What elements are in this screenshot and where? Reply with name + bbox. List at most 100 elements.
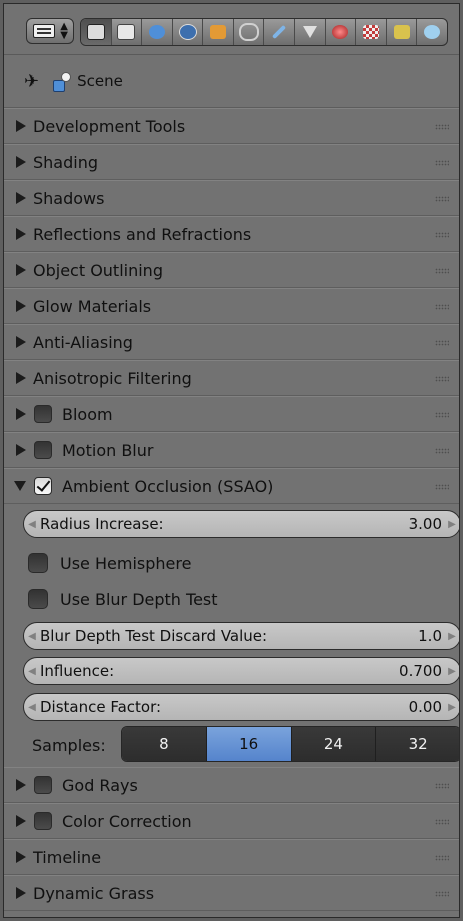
panel-timeline[interactable]: Timeline [4, 839, 459, 875]
panel-anisotropic-filtering[interactable]: Anisotropic Filtering [4, 360, 459, 396]
pin-icon[interactable]: ✈ [24, 71, 39, 92]
disclosure-triangle-icon [16, 372, 26, 384]
panel-color-correction[interactable]: Color Correction [4, 803, 459, 839]
wrench-icon [272, 24, 287, 40]
panel-ambient-occlusion[interactable]: Ambient Occlusion (SSAO) [4, 468, 459, 504]
increment-arrow-icon[interactable]: ▶ [444, 631, 459, 642]
panel-label: Shadows [33, 188, 105, 208]
tab-data[interactable] [295, 19, 326, 45]
drag-grip-icon[interactable] [435, 268, 449, 274]
use-blur-depth-test-row[interactable]: Use Blur Depth Test [28, 589, 218, 609]
drag-grip-icon[interactable] [435, 232, 449, 238]
drag-grip-icon[interactable] [435, 448, 449, 454]
field-value: 1.0 [418, 627, 442, 645]
drag-grip-icon[interactable] [435, 340, 449, 346]
panel-label: Shading [33, 152, 98, 172]
disclosure-triangle-icon [16, 300, 26, 312]
samples-option-8[interactable]: 8 [122, 727, 207, 761]
decrement-arrow-icon[interactable]: ◀ [24, 666, 40, 677]
panel-object-outlining[interactable]: Object Outlining [4, 252, 459, 288]
panel-dynamic-grass[interactable]: Dynamic Grass [4, 875, 459, 911]
tab-world[interactable] [173, 19, 204, 45]
tab-object[interactable] [203, 19, 234, 45]
texture-icon [362, 25, 379, 39]
panel-label: Bloom [62, 404, 113, 424]
drag-grip-icon[interactable] [435, 124, 449, 130]
field-value: 3.00 [408, 515, 442, 533]
layers-icon [117, 24, 136, 40]
panel-label: Dynamic Grass [33, 883, 155, 903]
use-hemisphere-label: Use Hemisphere [60, 553, 192, 573]
drag-grip-icon[interactable] [435, 196, 449, 202]
disclosure-triangle-open-icon [14, 481, 26, 491]
drag-grip-icon[interactable] [435, 855, 449, 861]
god-rays-enable-checkbox[interactable] [34, 776, 52, 794]
drag-grip-icon[interactable] [435, 891, 449, 897]
panel-development-tools[interactable]: Development Tools [4, 108, 459, 144]
drag-grip-icon[interactable] [435, 819, 449, 825]
panel-anti-aliasing[interactable]: Anti-Aliasing [4, 324, 459, 360]
color-correction-enable-checkbox[interactable] [34, 812, 52, 830]
increment-arrow-icon[interactable]: ▶ [444, 702, 459, 713]
tab-particles[interactable] [387, 19, 418, 45]
panel-bloom[interactable]: Bloom [4, 396, 459, 432]
tab-physics[interactable] [417, 19, 447, 45]
decrement-arrow-icon[interactable]: ◀ [24, 519, 40, 530]
use-blur-depth-test-checkbox[interactable] [28, 589, 48, 609]
panel-label: Glow Materials [33, 296, 152, 316]
blur-discard-field[interactable]: ◀ Blur Depth Test Discard Value: 1.0 ▶ [23, 622, 459, 650]
motion-blur-enable-checkbox[interactable] [34, 441, 52, 459]
context-scene-label: Scene [77, 72, 123, 90]
ssao-enable-checkbox[interactable] [34, 477, 52, 495]
panel-label: God Rays [62, 775, 138, 795]
tab-render[interactable] [81, 19, 112, 45]
tab-scene[interactable] [142, 19, 173, 45]
drag-grip-icon[interactable] [435, 412, 449, 418]
field-label: Distance Factor: [40, 698, 162, 716]
panel-label: Motion Blur [62, 440, 154, 460]
material-icon [332, 25, 349, 39]
properties-header: ▲ ▼ [4, 4, 459, 55]
drag-grip-icon[interactable] [435, 160, 449, 166]
camera-icon [86, 24, 105, 40]
samples-label-wrap: Samples: [32, 736, 106, 755]
mesh-icon [302, 26, 317, 38]
tab-render-layers[interactable] [112, 19, 143, 45]
particles-icon [393, 25, 410, 39]
use-hemisphere-row[interactable]: Use Hemisphere [28, 553, 191, 573]
distance-factor-field[interactable]: ◀ Distance Factor: 0.00 ▶ [23, 693, 459, 721]
drag-grip-icon[interactable] [435, 376, 449, 382]
bloom-enable-checkbox[interactable] [34, 405, 52, 423]
physics-icon [424, 25, 441, 39]
radius-increase-field[interactable]: ◀ Radius Increase: 3.00 ▶ [23, 510, 459, 538]
panel-god-rays[interactable]: God Rays [4, 767, 459, 803]
drag-grip-icon[interactable] [435, 304, 449, 310]
decrement-arrow-icon[interactable]: ◀ [24, 631, 40, 642]
disclosure-triangle-icon [16, 336, 26, 348]
editor-type-menu-button[interactable]: ▲ ▼ [26, 18, 74, 44]
tab-constraints[interactable] [234, 19, 265, 45]
tab-modifiers[interactable] [264, 19, 296, 45]
tab-material[interactable] [326, 19, 357, 45]
panel-shading[interactable]: Shading [4, 144, 459, 180]
updown-arrows-icon: ▲ ▼ [60, 21, 68, 41]
decrement-arrow-icon[interactable]: ◀ [24, 702, 40, 713]
samples-option-32[interactable]: 32 [376, 727, 459, 761]
panel-shadows[interactable]: Shadows [4, 180, 459, 216]
drag-grip-icon[interactable] [435, 783, 449, 789]
field-label: Blur Depth Test Discard Value: [40, 627, 268, 645]
tab-texture[interactable] [356, 19, 387, 45]
panel-motion-blur[interactable]: Motion Blur [4, 432, 459, 468]
panel-glow-materials[interactable]: Glow Materials [4, 288, 459, 324]
samples-option-24[interactable]: 24 [291, 727, 377, 761]
panel-reflections-refractions[interactable]: Reflections and Refractions [4, 216, 459, 252]
increment-arrow-icon[interactable]: ▶ [444, 519, 459, 530]
disclosure-triangle-icon [16, 779, 26, 791]
influence-field[interactable]: ◀ Influence: 0.700 ▶ [23, 657, 459, 685]
use-hemisphere-checkbox[interactable] [28, 553, 48, 573]
context-tabs [80, 18, 448, 46]
samples-option-16[interactable]: 16 [206, 727, 292, 761]
world-icon [178, 24, 197, 40]
drag-grip-icon[interactable] [435, 484, 449, 490]
increment-arrow-icon[interactable]: ▶ [444, 666, 459, 677]
